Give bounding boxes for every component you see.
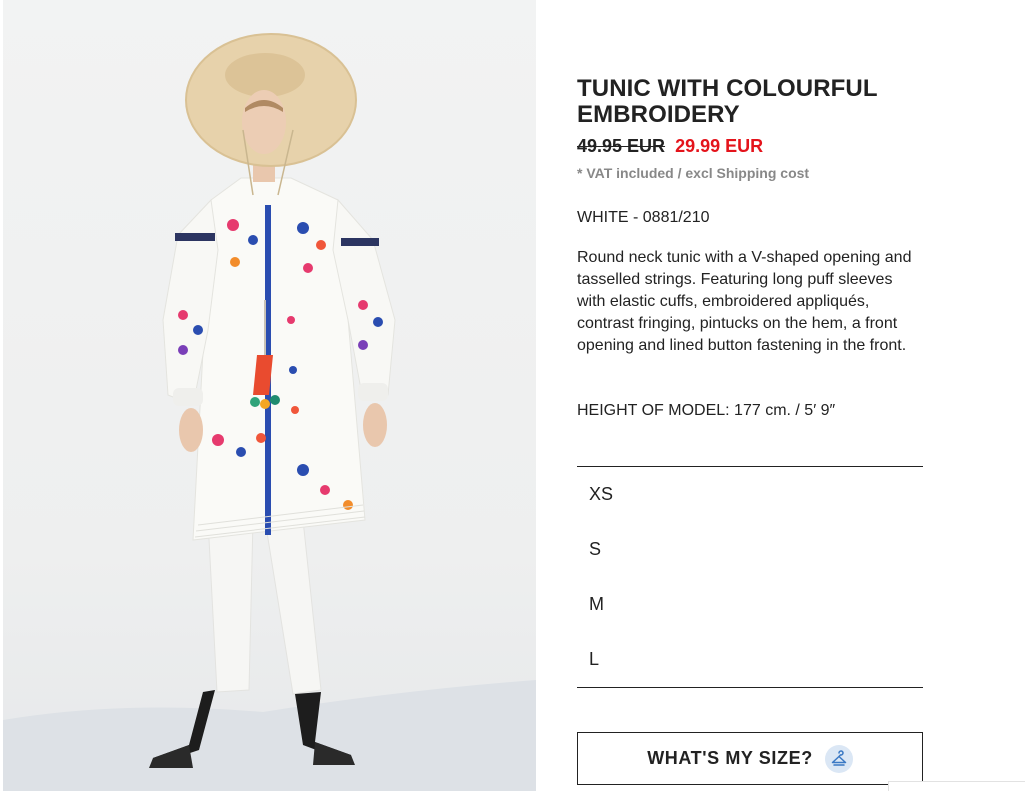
product-title-line2: EMBROIDERY [577,101,740,128]
color-reference: WHITE - 0881/210 [577,209,710,226]
model-illustration [3,33,536,791]
vat-note: * VAT included / excl Shipping cost [577,165,810,181]
whats-my-size-label: WHAT'S MY SIZE? [647,748,813,768]
original-price: 49.95 EUR [577,136,666,156]
product-description: Round neck tunic with a V-shaped opening… [577,249,912,354]
size-option-xs[interactable]: XS [577,467,923,522]
size-selector: XS S M L [577,466,923,688]
size-option-l[interactable]: L [577,632,923,687]
sale-price: 29.99 EUR [675,136,764,156]
price-block: 49.95 EUR 29.99 EUR [577,136,763,157]
product-title: TUNIC WITH COLOURFUL EMBROIDERY [577,76,923,128]
whats-my-size-button[interactable]: WHAT'S MY SIZE? [577,732,923,785]
bottom-right-panel-edge [888,781,1025,791]
product-page: TUNIC WITH COLOURFUL EMBROIDERY 49.95 EU… [0,0,1025,791]
size-option-m[interactable]: M [577,577,923,632]
hanger-icon [824,744,853,773]
product-image[interactable] [3,0,536,791]
product-title-line1: TUNIC WITH COLOURFUL [577,75,878,102]
size-option-s[interactable]: S [577,522,923,577]
model-height: HEIGHT OF MODEL: 177 cm. / 5′ 9″ [577,402,836,419]
